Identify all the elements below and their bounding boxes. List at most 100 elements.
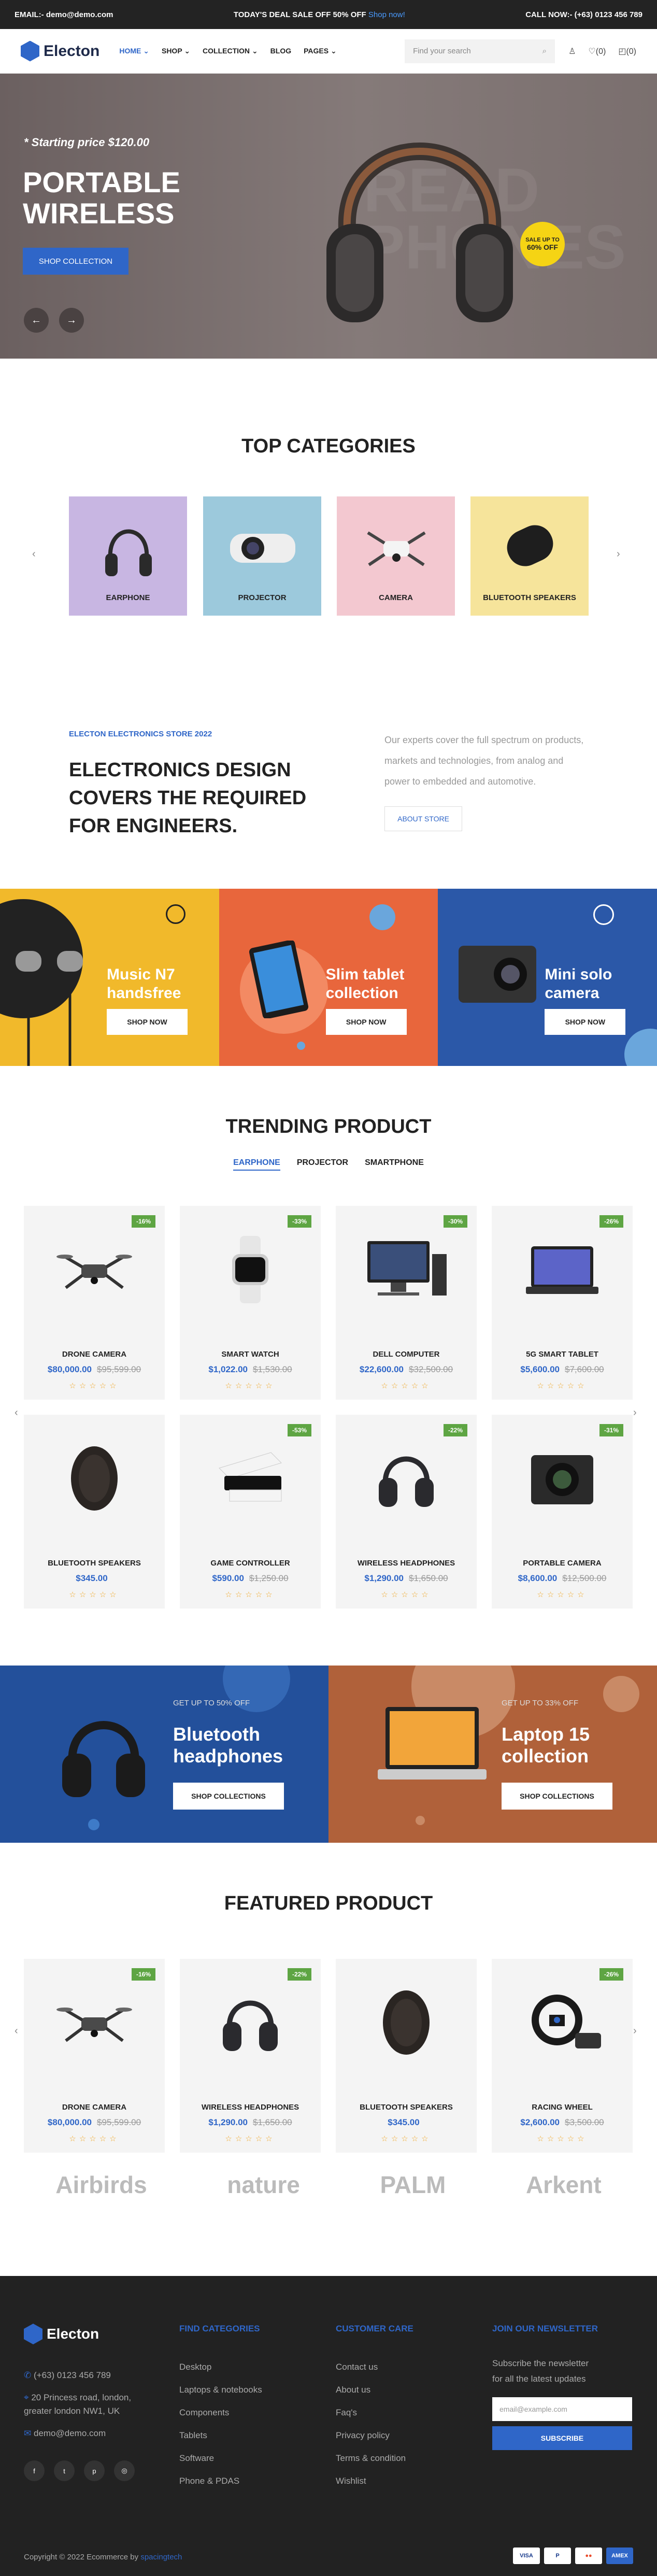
pinterest-icon[interactable]: p [84, 2460, 105, 2481]
twitter-icon[interactable]: t [54, 2460, 75, 2481]
cat-prev-icon[interactable]: ‹ [32, 548, 36, 560]
subscribe-button[interactable]: SUBSCRIBE [492, 2426, 632, 2450]
product-card[interactable]: -31% PORTABLE CAMERA $8,600.00 $12,500.00 ☆☆… [492, 1415, 633, 1609]
product-name[interactable]: DRONE CAMERA [24, 2103, 165, 2112]
product-name[interactable]: BLUETOOTH SPEAKERS [24, 1559, 165, 1568]
price-current: $22,600.00 [359, 1364, 404, 1374]
product-name[interactable]: SMART WATCH [180, 1350, 321, 1359]
product-image[interactable] [336, 1959, 477, 2088]
newsletter-email-input[interactable]: email@example.com [492, 2397, 632, 2421]
product-card[interactable]: -33% SMART WATCH $1,022.00 $1,530.00 ☆☆☆☆☆ [180, 1206, 321, 1400]
wishlist-button[interactable]: ♡(0) [588, 46, 606, 56]
category-projector[interactable]: PROJECTOR [203, 496, 321, 616]
tab-projector[interactable]: PROJECTOR [297, 1158, 348, 1171]
trend-prev-icon[interactable]: ‹ [15, 1407, 18, 1419]
search-icon[interactable]: ⌕ [542, 47, 547, 55]
promo-headphones[interactable]: GET UP TO 50% OFF Bluetooth headphones S… [0, 1666, 328, 1843]
product-name[interactable]: RACING WHEEL [492, 2103, 633, 2112]
product-name[interactable]: 5G SMART TABLET [492, 1350, 633, 1359]
paypal-icon: P [544, 2547, 571, 2564]
product-card[interactable]: -22% WIRELESS HEADPHONES $1,290.00 $1,650.0… [180, 1959, 321, 2153]
footer-link[interactable]: Laptops & notebooks [179, 2379, 262, 2401]
category-earphone[interactable]: EARPHONE [69, 496, 187, 616]
feat-prev-icon[interactable]: ‹ [15, 2025, 18, 2037]
shop-now-link[interactable]: Shop now! [368, 10, 405, 19]
shop-collections-button[interactable]: SHOP COLLECTIONS [502, 1783, 612, 1810]
hero-price-prefix: * Starting price [24, 136, 108, 149]
user-icon[interactable]: ♙ [568, 46, 576, 56]
prev-arrow-icon[interactable]: ← [24, 308, 49, 333]
nav-collection[interactable]: COLLECTION ⌄ [203, 47, 258, 55]
brand-arkent[interactable]: Arkent [526, 2171, 602, 2199]
product-card[interactable]: -30% DELL COMPUTER $22,600.00 $32,500.00 ☆☆☆… [336, 1206, 477, 1400]
nav-blog[interactable]: BLOG [270, 47, 291, 55]
footer-link[interactable]: Privacy policy [336, 2424, 413, 2447]
product-name[interactable]: BLUETOOTH SPEAKERS [336, 2103, 477, 2112]
footer-link[interactable]: Faq's [336, 2401, 413, 2424]
footer-link[interactable]: Wishlist [336, 2470, 413, 2493]
footer-link[interactable]: Components [179, 2401, 262, 2424]
promo-laptop[interactable]: GET UP TO 33% OFF Laptop 15 collection S… [328, 1666, 657, 1843]
search-input[interactable]: Find your search ⌕ [405, 39, 555, 63]
shop-now-button[interactable]: SHOP NOW [545, 1009, 626, 1035]
logo[interactable]: Electon [21, 40, 99, 62]
shop-collection-button[interactable]: SHOP COLLECTION [23, 248, 128, 275]
price-current: $5,600.00 [520, 1364, 560, 1374]
tab-earphone[interactable]: EARPHONE [233, 1158, 280, 1171]
shop-collections-button[interactable]: SHOP COLLECTIONS [173, 1783, 284, 1810]
product-card[interactable]: BLUETOOTH SPEAKERS $345.00 ☆☆☆☆☆ [24, 1415, 165, 1609]
product-name[interactable]: WIRELESS HEADPHONES [336, 1559, 477, 1568]
price-current: $590.00 [212, 1573, 244, 1583]
next-arrow-icon[interactable]: → [59, 308, 84, 333]
footer-logo[interactable]: Electon [24, 2324, 139, 2344]
feat-next-icon[interactable]: › [633, 2025, 637, 2037]
promo-camera[interactable]: Mini solo camera SHOP NOW [438, 889, 657, 1066]
category-camera[interactable]: CAMERA [337, 496, 455, 616]
nav-home[interactable]: HOME ⌄ [119, 47, 149, 55]
copyright-link[interactable]: spacingtech [140, 2553, 182, 2561]
category-speakers[interactable]: BLUETOOTH SPEAKERS [470, 496, 589, 616]
brand-nature[interactable]: nature [227, 2171, 300, 2199]
product-card[interactable]: BLUETOOTH SPEAKERS $345.00 ☆☆☆☆☆ [336, 1959, 477, 2153]
product-price: $5,600.00 $7,600.00 [492, 1364, 633, 1375]
promo-title: Laptop 15 collection [502, 1724, 590, 1767]
promo-handsfree[interactable]: Music N7 handsfree SHOP NOW [0, 889, 219, 1066]
trend-next-icon[interactable]: › [633, 1407, 637, 1419]
footer-link[interactable]: Terms & condition [336, 2447, 413, 2470]
shop-now-button[interactable]: SHOP NOW [107, 1009, 188, 1035]
product-name[interactable]: DELL COMPUTER [336, 1350, 477, 1359]
instagram-icon[interactable]: ◎ [114, 2460, 135, 2481]
brand-palm[interactable]: PALM [380, 2171, 446, 2199]
facebook-icon[interactable]: f [24, 2460, 45, 2481]
shop-now-button[interactable]: SHOP NOW [325, 1009, 407, 1035]
tab-smartphone[interactable]: SMARTPHONE [365, 1158, 424, 1171]
tablet-icon [521, 1241, 604, 1301]
product-image[interactable] [24, 1415, 165, 1544]
nav-pages[interactable]: PAGES ⌄ [304, 47, 337, 55]
product-name[interactable]: WIRELESS HEADPHONES [180, 2103, 321, 2112]
promo-tablet[interactable]: Slim tablet collection SHOP NOW [219, 889, 438, 1066]
footer-link[interactable]: Tablets [179, 2424, 262, 2447]
footer-link[interactable]: Desktop [179, 2356, 262, 2379]
cat-next-icon[interactable]: › [617, 548, 620, 560]
footer-link[interactable]: About us [336, 2379, 413, 2401]
rating-stars-icon: ☆☆☆☆☆ [381, 2134, 432, 2143]
product-price: $590.00 $1,250.00 [180, 1573, 321, 1584]
product-name[interactable]: DRONE CAMERA [24, 1350, 165, 1359]
product-name[interactable]: PORTABLE CAMERA [492, 1559, 633, 1568]
footer-link[interactable]: Software [179, 2447, 262, 2470]
product-card[interactable]: -26% RACING WHEEL $2,600.00 $3,500.00 ☆☆☆☆☆ [492, 1959, 633, 2153]
cart-button[interactable]: ◰(0) [618, 46, 636, 56]
product-price: $8,600.00 $12,500.00 [492, 1573, 633, 1584]
nav-shop[interactable]: SHOP ⌄ [162, 47, 190, 55]
product-card[interactable]: -22% WIRELESS HEADPHONES $1,290.00 $1,650.0… [336, 1415, 477, 1609]
product-card[interactable]: -16% DRONE CAMERA $80,000.00 $95,599.00 ☆☆☆☆… [24, 1206, 165, 1400]
product-card[interactable]: -26% 5G SMART TABLET $5,600.00 $7,600.00 ☆☆☆… [492, 1206, 633, 1400]
footer-link[interactable]: Contact us [336, 2356, 413, 2379]
product-name[interactable]: GAME CONTROLLER [180, 1559, 321, 1568]
product-card[interactable]: -53% GAME CONTROLLER $590.00 $1,250.00 ☆☆☆☆☆ [180, 1415, 321, 1609]
product-card[interactable]: -16% DRONE CAMERA $80,000.00 $95,599.00 ☆☆☆☆… [24, 1959, 165, 2153]
footer-link[interactable]: Phone & PDAS [179, 2470, 262, 2493]
brand-airbirds[interactable]: Airbirds [55, 2171, 147, 2199]
about-store-button[interactable]: ABOUT STORE [384, 806, 463, 831]
